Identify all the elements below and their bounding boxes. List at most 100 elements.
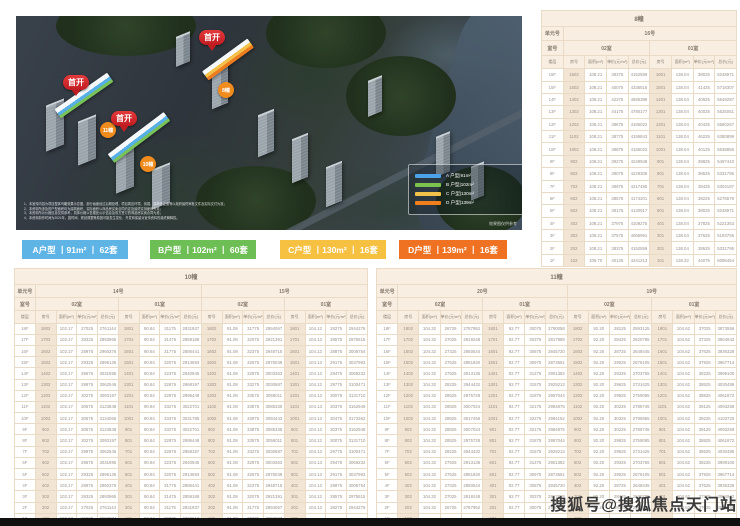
area-cell: 92.77 bbox=[504, 345, 525, 356]
room-no-cell: 801 bbox=[650, 168, 672, 180]
column-header: 面积(m²) bbox=[139, 311, 160, 323]
room-no-cell: 1401 bbox=[652, 368, 673, 379]
room-no-cell: 1201 bbox=[284, 390, 305, 401]
unit-price-cell: 29925 bbox=[609, 390, 630, 401]
table-row: 1F102105.70401254241213101138.3244075609… bbox=[542, 254, 737, 266]
unit-price-cell: 38975 bbox=[606, 180, 628, 192]
floor-cell: 5F bbox=[15, 469, 36, 480]
room-no-cell: 601 bbox=[652, 457, 673, 468]
price-table: 8幢单元号16号室号02室01室楼层房号面积(m²)单价(元/m²)总价(元)房… bbox=[541, 10, 737, 267]
unit-price-cell: 30475 bbox=[326, 413, 347, 424]
floor-cell: 15F bbox=[15, 357, 36, 368]
room-no-cell: 502 bbox=[398, 469, 419, 480]
room-name: 01室 bbox=[284, 298, 367, 311]
unit-price-cell: 28225 bbox=[440, 446, 461, 457]
unit-type-d-banner: D户型 丨139m² 丨 16套 bbox=[399, 240, 507, 259]
unit-price-cell: 29625 bbox=[609, 379, 630, 390]
floor-cell: 16F bbox=[542, 69, 564, 81]
total-price-cell: 2894067 bbox=[264, 323, 285, 334]
room-no-cell: 1601 bbox=[284, 345, 305, 356]
area-cell: 138.32 bbox=[671, 254, 693, 266]
area-cell: 104.32 bbox=[419, 424, 440, 435]
column-header: 总价(元) bbox=[628, 55, 650, 68]
column-header: 房号 bbox=[398, 311, 419, 323]
total-price-cell: 2944276 bbox=[347, 323, 368, 334]
total-price-cell: 4217485 bbox=[628, 180, 650, 192]
unit-price-cell: 37625 bbox=[694, 345, 715, 356]
floor-cell: 5F bbox=[542, 205, 564, 217]
floor-cell: 10F bbox=[15, 413, 36, 424]
column-header: 房号 bbox=[35, 311, 56, 323]
legend-label: B 户型|102m² bbox=[446, 182, 474, 188]
column-header-row: 楼层房号面积(m²)单价(元/m²)总价(元)房号面积(m²)单价(元/m²)总… bbox=[542, 55, 737, 68]
room-no-cell: 601 bbox=[118, 457, 139, 468]
total-price-cell: 2819248 bbox=[461, 334, 482, 345]
room-no-cell: 1201 bbox=[118, 390, 139, 401]
unit-price-cell: 39275 bbox=[606, 155, 628, 167]
unit-price-cell: 32975 bbox=[243, 368, 264, 379]
pin-label: 首开 bbox=[199, 30, 225, 45]
room-header-row: 室号02室01室02室01室 bbox=[15, 298, 368, 311]
room-no-cell: 1302 bbox=[563, 106, 585, 118]
area-cell: 104.13 bbox=[305, 345, 326, 356]
floor-cell: 2F bbox=[377, 502, 398, 513]
area-cell: 90.84 bbox=[139, 323, 160, 334]
area-cell: 138.04 bbox=[671, 69, 693, 81]
floor-cell: 9F bbox=[15, 424, 36, 435]
room-no-cell: 802 bbox=[567, 435, 588, 446]
unit-price-cell: 33275 bbox=[243, 446, 264, 457]
unit-price-cell: 30075 bbox=[525, 502, 546, 513]
room-no-cell: 1301 bbox=[118, 379, 139, 390]
total-price-cell: 2994152 bbox=[546, 413, 567, 424]
room-no-cell: 1302 bbox=[398, 379, 419, 390]
total-price-cell: 3131710 bbox=[347, 390, 368, 401]
table-row: 6F602104.3227925291313660192.77312752901… bbox=[377, 457, 737, 468]
room-no-cell: 402 bbox=[201, 480, 222, 491]
area-cell: 91.08 bbox=[222, 390, 243, 401]
table-row: 6F602108.21385754174201601138.0438225527… bbox=[542, 192, 737, 204]
table-row: 7F702104.3228225294443270192.77315752929… bbox=[377, 446, 737, 457]
room-no-cell: 802 bbox=[398, 435, 419, 446]
room-no-cell: 1702 bbox=[567, 334, 588, 345]
total-price-cell: 2886441 bbox=[181, 345, 202, 356]
room-no-cell: 601 bbox=[284, 457, 305, 468]
floor-cell: 12F bbox=[15, 390, 36, 401]
column-header: 面积(m²) bbox=[673, 311, 694, 323]
unit-price-cell: 39125 bbox=[694, 401, 715, 412]
total-price-cell: 4780177 bbox=[628, 106, 650, 118]
unit-price-cell: 28825 bbox=[440, 424, 461, 435]
room-no-cell: 802 bbox=[35, 435, 56, 446]
total-price-cell: 2850544 bbox=[461, 345, 482, 356]
area-cell: 102.17 bbox=[56, 413, 77, 424]
room-no-cell: 1802 bbox=[35, 323, 56, 334]
room-no-cell: 1001 bbox=[650, 143, 672, 155]
floor-cell: 9F bbox=[377, 424, 398, 435]
table-row: 17F1702102.17283252893965170190.84314752… bbox=[15, 334, 368, 345]
unit-price-cell: 29325 bbox=[77, 469, 98, 480]
unit-price-cell: 30375 bbox=[326, 401, 347, 412]
total-price-cell: 5331795 bbox=[715, 168, 737, 180]
floor-cell: 2F bbox=[542, 242, 564, 254]
area-cell: 90.84 bbox=[139, 345, 160, 356]
area-cell: 104.62 bbox=[673, 357, 694, 368]
total-price-cell: 5525051 bbox=[715, 106, 737, 118]
area-cell: 104.62 bbox=[673, 413, 694, 424]
total-price-cell: 3062546 bbox=[98, 446, 119, 457]
area-cell: 104.62 bbox=[673, 446, 694, 457]
total-price-cell: 2676105 bbox=[631, 357, 652, 368]
column-header: 面积(m²) bbox=[305, 311, 326, 323]
table-row: 5F502104.3227625288184050192.77309752873… bbox=[377, 469, 737, 480]
table-row: 11F1102104.32288253007024110192.77321752… bbox=[377, 401, 737, 412]
unit-price-cell: 29675 bbox=[77, 368, 98, 379]
room-name: 02室 bbox=[567, 298, 652, 311]
unit-price-cell: 32675 bbox=[160, 379, 181, 390]
room-no-cell: 1502 bbox=[563, 81, 585, 93]
area-cell: 104.62 bbox=[673, 457, 694, 468]
floor-cell: 1F bbox=[542, 254, 564, 266]
unit-price-cell: 30675 bbox=[525, 480, 546, 491]
room-no-cell: 1301 bbox=[650, 106, 672, 118]
area-cell: 102.17 bbox=[56, 379, 77, 390]
total-price-cell: 4241213 bbox=[628, 254, 650, 266]
room-no-cell: 202 bbox=[563, 242, 585, 254]
total-price-cell: 5193755 bbox=[715, 230, 737, 242]
